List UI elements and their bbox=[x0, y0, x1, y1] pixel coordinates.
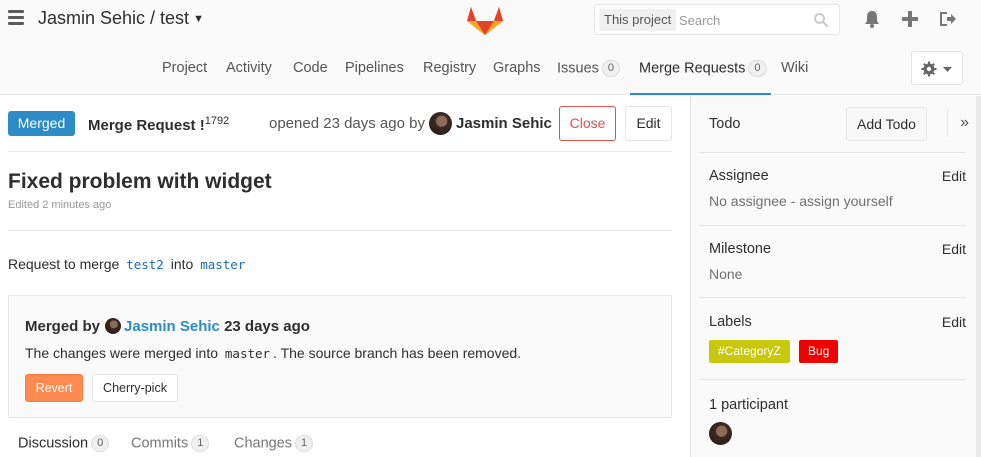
discussion-count-badge: 0 bbox=[91, 435, 110, 452]
tab-code[interactable]: Code bbox=[293, 60, 328, 76]
divider bbox=[8, 230, 672, 231]
tab-issues-label: Issues bbox=[557, 60, 599, 77]
milestone-value: None bbox=[709, 266, 743, 282]
author-link[interactable]: Jasmin Sehic bbox=[456, 115, 552, 132]
status-badge: Merged bbox=[8, 111, 75, 136]
close-button[interactable]: Close bbox=[559, 106, 616, 141]
mr-ref-number: 1792 bbox=[204, 115, 230, 127]
merge-text-before: The changes were merged into bbox=[25, 345, 218, 361]
tab-registry[interactable]: Registry bbox=[423, 60, 476, 76]
tab-merge-requests[interactable]: Merge Requests 0 bbox=[639, 60, 767, 77]
top-bar: Jasmin Sehic / test▼ This project Projec… bbox=[0, 0, 981, 95]
request-middle: into bbox=[170, 256, 194, 272]
tab-discussion-label: Discussion bbox=[18, 435, 89, 452]
caret-down-icon bbox=[943, 67, 952, 72]
add-todo-button[interactable]: Add Todo bbox=[846, 107, 927, 141]
divider bbox=[699, 379, 966, 380]
divider bbox=[699, 297, 966, 298]
tab-commits-label: Commits bbox=[131, 435, 189, 452]
assignee-value[interactable]: No assignee - assign yourself bbox=[709, 193, 893, 209]
avatar[interactable] bbox=[429, 112, 452, 135]
merged-by-label: Merged by bbox=[25, 318, 101, 335]
hamburger-icon[interactable] bbox=[8, 10, 24, 26]
merged-by-user-link[interactable]: Jasmin Sehic bbox=[124, 318, 220, 335]
project-nav: Project Activity Code Pipelines Registry… bbox=[0, 48, 981, 94]
edited-timestamp: Edited 2 minutes ago bbox=[8, 199, 112, 211]
merge-request-branches: Request to merge test2 into master bbox=[8, 256, 248, 272]
divider bbox=[699, 152, 966, 153]
commits-count-badge: 1 bbox=[191, 435, 210, 452]
cherry-pick-button[interactable]: Cherry-pick bbox=[92, 374, 178, 402]
page-title: Fixed problem with widget bbox=[8, 170, 272, 193]
merge-request-content: Merged Merge Request !1792 opened 23 day… bbox=[0, 96, 690, 457]
revert-button[interactable]: Revert bbox=[25, 374, 83, 402]
mr-ref-label: Merge Request ! bbox=[88, 117, 205, 134]
search-icon[interactable] bbox=[813, 12, 829, 28]
opened-by-text: opened 23 days ago by bbox=[269, 115, 425, 132]
label-bug[interactable]: Bug bbox=[799, 340, 839, 363]
avatar[interactable] bbox=[105, 318, 122, 334]
search-box: This project bbox=[594, 4, 840, 35]
search-scope-badge[interactable]: This project bbox=[599, 9, 677, 31]
target-branch-link[interactable]: master bbox=[197, 257, 248, 272]
label-categoryz[interactable]: #CategoryZ bbox=[709, 340, 790, 363]
tab-commits[interactable]: Commits 1 bbox=[131, 435, 210, 452]
milestone-label: Milestone bbox=[709, 241, 772, 257]
gear-icon bbox=[921, 61, 937, 77]
merged-branch: master bbox=[224, 346, 271, 361]
project-settings-dropdown[interactable] bbox=[911, 51, 963, 85]
edit-assignee-link[interactable]: Edit bbox=[942, 168, 966, 184]
breadcrumb-text: Jasmin Sehic / test bbox=[38, 8, 190, 28]
sign-out-icon[interactable] bbox=[938, 9, 958, 29]
divider bbox=[8, 151, 672, 152]
divider bbox=[699, 225, 966, 226]
edit-labels-link[interactable]: Edit bbox=[942, 314, 966, 330]
plus-icon[interactable] bbox=[900, 9, 920, 29]
bell-icon[interactable] bbox=[862, 9, 882, 29]
tab-changes-label: Changes bbox=[234, 435, 293, 452]
edit-button[interactable]: Edit bbox=[625, 106, 672, 141]
tab-issues[interactable]: Issues 0 bbox=[557, 60, 621, 77]
avatar[interactable] bbox=[709, 422, 732, 445]
merge-status-widget: Merged by Jasmin Sehic 23 days ago The ch… bbox=[8, 295, 672, 418]
chevron-down-icon: ▼ bbox=[193, 13, 204, 25]
project-breadcrumb[interactable]: Jasmin Sehic / test ▼ bbox=[38, 8, 204, 29]
todo-label: Todo bbox=[709, 116, 741, 132]
assignee-label: Assignee bbox=[709, 168, 769, 184]
right-sidebar: Todo Add Todo » Assignee Edit No assigne… bbox=[690, 96, 981, 457]
merge-status-text: The changes were merged into master. The… bbox=[25, 345, 521, 361]
merged-time: 23 days ago bbox=[224, 318, 310, 335]
merged-by-heading: Merged by Jasmin Sehic 23 days ago bbox=[25, 318, 310, 335]
tab-pipelines[interactable]: Pipelines bbox=[345, 60, 404, 76]
collapse-sidebar-icon[interactable]: » bbox=[947, 109, 969, 137]
request-prefix: Request to merge bbox=[8, 256, 120, 272]
search-input[interactable] bbox=[679, 9, 809, 31]
tab-wiki[interactable]: Wiki bbox=[781, 60, 808, 76]
changes-count-badge: 1 bbox=[295, 435, 314, 452]
scrollbar[interactable] bbox=[976, 96, 981, 457]
tab-merge-requests-label: Merge Requests bbox=[639, 60, 746, 77]
tab-changes[interactable]: Changes 1 bbox=[234, 435, 314, 452]
merge-requests-count-badge: 0 bbox=[748, 60, 767, 77]
source-branch-link[interactable]: test2 bbox=[123, 257, 167, 272]
issues-count-badge: 0 bbox=[601, 60, 621, 77]
merge-text-after: . The source branch has been removed. bbox=[273, 345, 522, 361]
tab-activity[interactable]: Activity bbox=[226, 60, 272, 76]
tab-discussion[interactable]: Discussion 0 bbox=[18, 435, 110, 452]
active-tab-indicator bbox=[630, 93, 771, 95]
edit-milestone-link[interactable]: Edit bbox=[942, 241, 966, 257]
tab-graphs[interactable]: Graphs bbox=[493, 60, 541, 76]
tab-project[interactable]: Project bbox=[162, 60, 207, 76]
participants-label: 1 participant bbox=[709, 397, 788, 413]
labels-label: Labels bbox=[709, 314, 752, 330]
gitlab-logo[interactable] bbox=[466, 2, 504, 36]
merge-request-reference: Merge Request !1792 bbox=[88, 115, 229, 134]
